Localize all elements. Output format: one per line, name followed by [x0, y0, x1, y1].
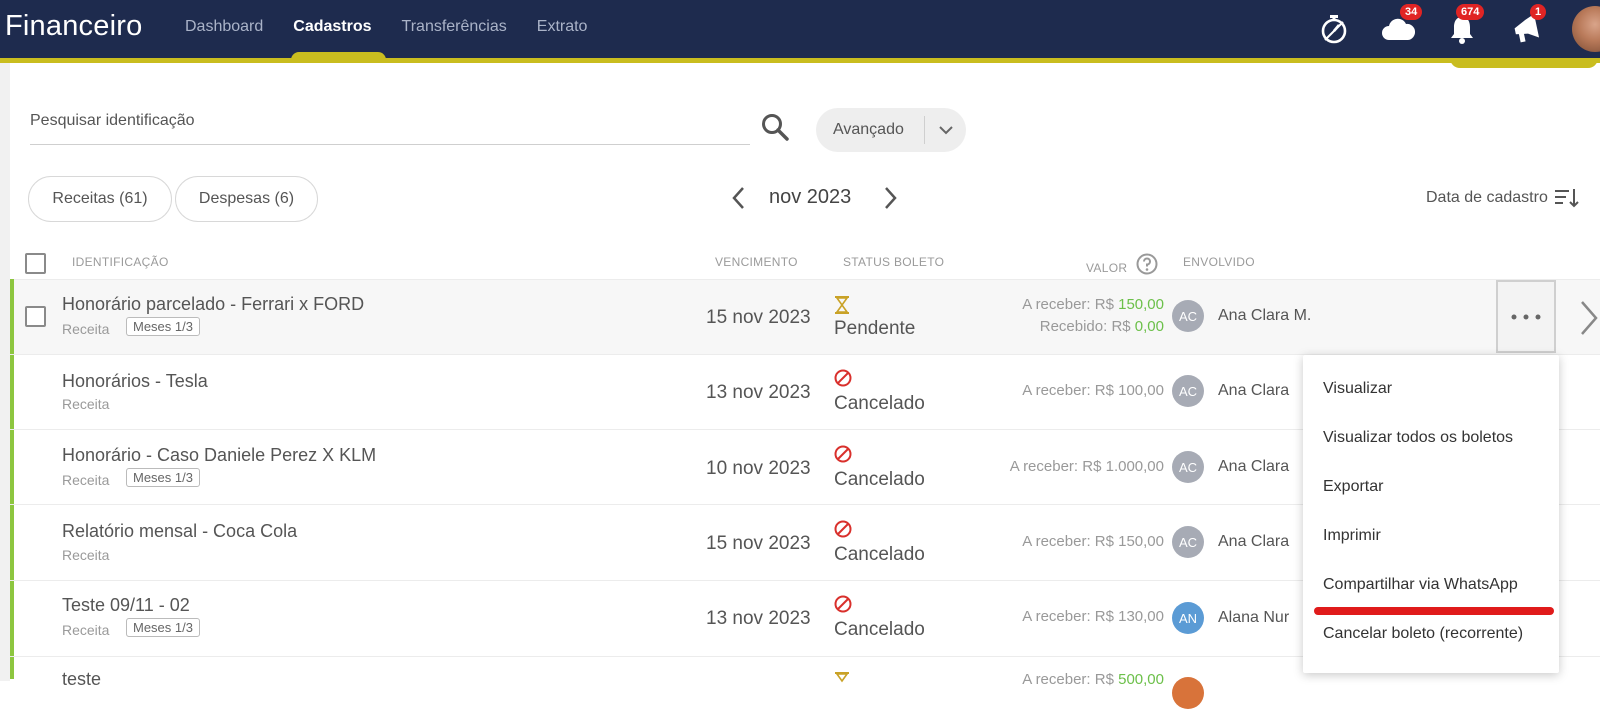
advanced-search-button[interactable]: Avançado [816, 108, 966, 152]
row-name: Ana Clara [1218, 533, 1290, 550]
sort-label: Data de cadastro [1426, 189, 1548, 206]
row-value-receber: A receber: R$ 100,00 [1022, 382, 1164, 399]
row-value-recebido: Recebido: R$ 0,00 [1039, 318, 1164, 335]
main-nav: Dashboard Cadastros Transferências Extra… [185, 18, 617, 36]
megaphone-icon[interactable]: 1 [1508, 4, 1547, 46]
row-status: Cancelado [834, 544, 925, 565]
search-icon[interactable] [760, 112, 790, 142]
row-date: 13 nov 2023 [706, 608, 811, 629]
row-actions-menu: Visualizar Visualizar todos os boletos E… [1303, 355, 1559, 673]
row-name: Ana Clara [1218, 382, 1290, 399]
chevron-left-icon[interactable] [727, 184, 751, 212]
help-icon[interactable] [1136, 253, 1158, 275]
avatar: AC [1172, 300, 1204, 332]
row-name: Alana Nur [1218, 609, 1290, 626]
advanced-label: Avançado [833, 121, 904, 138]
row-value-receber: A receber: R$ 1.000,00 [1009, 458, 1164, 475]
nav-dashboard[interactable]: Dashboard [185, 18, 263, 36]
filter-despesas[interactable]: Despesas (6) [175, 176, 318, 222]
header-vencimento[interactable]: VENCIMENTO [715, 255, 798, 269]
hourglass-icon [834, 296, 854, 316]
period-label: nov 2023 [769, 186, 852, 208]
menu-item-visualizar-boletos[interactable]: Visualizar todos os boletos [1323, 429, 1513, 447]
left-edge [0, 63, 10, 681]
timer-icon[interactable] [1316, 12, 1352, 46]
row-status: Pendente [834, 318, 916, 339]
row-status: Cancelado [834, 619, 925, 640]
app-title: Financeiro [5, 10, 143, 42]
cancel-icon [834, 520, 854, 540]
menu-item-exportar[interactable]: Exportar [1323, 478, 1383, 496]
cloud-icon[interactable]: 34 [1380, 4, 1423, 46]
nav-cadastros[interactable]: Cadastros [293, 18, 371, 36]
search-field [30, 107, 750, 145]
row-status: Cancelado [834, 469, 925, 490]
row-value-receber: A receber: R$ 130,00 [1022, 608, 1164, 625]
sort-control[interactable]: Data de cadastro [1426, 188, 1580, 208]
menu-item-visualizar[interactable]: Visualizar [1323, 380, 1392, 398]
row-checkbox[interactable] [25, 306, 46, 327]
row-value-receber: A receber: R$ 500,00 [1022, 671, 1164, 688]
bell-icon[interactable]: 674 [1444, 4, 1485, 46]
avatar: AC [1172, 375, 1204, 407]
row-title[interactable]: Honorários - Tesla [62, 371, 208, 392]
avatar [1172, 677, 1204, 709]
chevron-down-icon[interactable] [925, 125, 966, 135]
cancel-icon [834, 369, 854, 389]
header-identificacao[interactable]: IDENTIFICAÇÃO [72, 255, 169, 269]
row-title[interactable]: Honorário parcelado - Ferrari x FORD [62, 294, 364, 315]
nav-transferencias[interactable]: Transferências [402, 18, 507, 36]
menu-item-imprimir[interactable]: Imprimir [1323, 527, 1381, 545]
row-expand-chevron-icon[interactable] [1576, 300, 1600, 336]
row-status: Cancelado [834, 393, 925, 414]
row-title[interactable]: teste [62, 669, 101, 690]
bell-badge: 674 [1456, 4, 1485, 20]
menu-item-compartilhar-whatsapp[interactable]: Compartilhar via WhatsApp [1323, 576, 1518, 594]
filter-receitas[interactable]: Receitas (61) [28, 176, 172, 222]
top-right-accent [1450, 58, 1598, 68]
sort-icon [1554, 189, 1579, 208]
header-valor[interactable]: VALOR [1086, 261, 1127, 275]
megaphone-badge: 1 [1530, 4, 1547, 20]
chevron-right-icon[interactable] [878, 184, 902, 212]
row-date: 13 nov 2023 [706, 382, 811, 403]
select-all-checkbox[interactable] [25, 253, 46, 274]
more-actions-button[interactable] [1496, 280, 1556, 353]
nav-extrato[interactable]: Extrato [537, 18, 588, 36]
row-name: Ana Clara [1218, 458, 1290, 475]
row-type: Receita [62, 622, 110, 638]
search-input[interactable] [30, 107, 750, 135]
highlight-underline [1314, 607, 1554, 615]
active-tab-indicator [291, 52, 386, 60]
row-type: Receita [62, 472, 110, 488]
row-title[interactable]: Honorário - Caso Daniele Perez X KLM [62, 445, 376, 466]
row-tag: Meses 1/3 [126, 618, 200, 637]
row-type: Receita [62, 547, 110, 563]
cloud-badge: 34 [1400, 4, 1423, 20]
cancel-icon [834, 445, 854, 465]
avatar: AC [1172, 451, 1204, 483]
avatar: AC [1172, 526, 1204, 558]
row-date: 15 nov 2023 [706, 307, 811, 328]
row-type: Receita [62, 396, 110, 412]
header-envolvido[interactable]: ENVOLVIDO [1183, 255, 1255, 269]
header-status[interactable]: STATUS BOLETO [843, 255, 944, 269]
row-date: 10 nov 2023 [706, 458, 811, 479]
avatar: AN [1172, 602, 1204, 634]
row-tag: Meses 1/3 [126, 317, 200, 336]
top-bar-accent-line [0, 58, 1600, 63]
row-tag: Meses 1/3 [126, 468, 200, 487]
row-title[interactable]: Teste 09/11 - 02 [62, 595, 190, 616]
menu-item-cancelar-boleto[interactable]: Cancelar boleto (recorrente) [1323, 625, 1523, 643]
row-value-receber: A receber: R$ 150,00 [1022, 296, 1164, 313]
more-dots-icon [1511, 314, 1541, 319]
row-type: Receita [62, 321, 110, 337]
row-name: Ana Clara M. [1218, 307, 1312, 324]
hourglass-icon [834, 672, 854, 692]
cancel-icon [834, 595, 854, 615]
row-date: 15 nov 2023 [706, 533, 811, 554]
row-title[interactable]: Relatório mensal - Coca Cola [62, 521, 297, 542]
row-value-receber: A receber: R$ 150,00 [1022, 533, 1164, 550]
